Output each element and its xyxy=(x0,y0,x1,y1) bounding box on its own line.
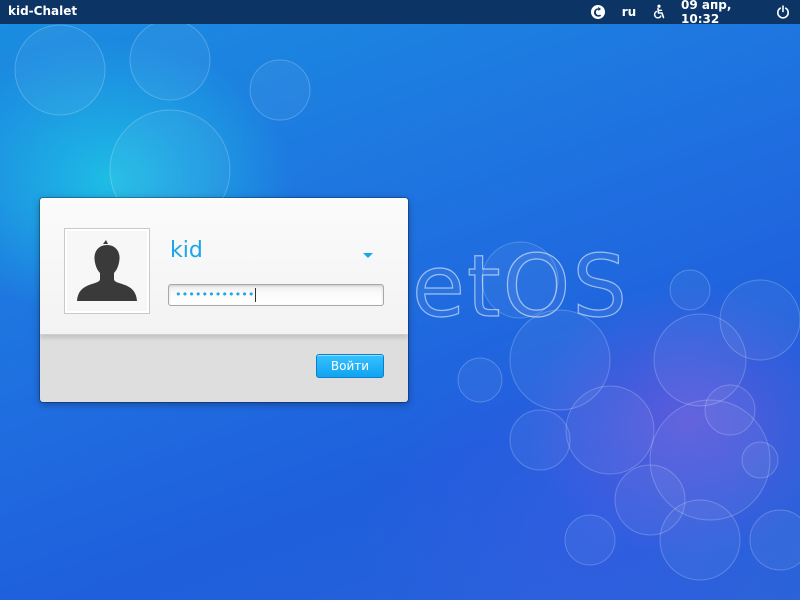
login-button[interactable]: Войти xyxy=(316,354,384,378)
text-caret xyxy=(255,288,257,302)
login-screen: etOS kid-Chalet ru 09 апр, 10:32 kid •••… xyxy=(0,0,800,600)
session-icon[interactable] xyxy=(588,0,608,24)
clock[interactable]: 09 апр, 10:32 xyxy=(681,0,763,26)
login-dialog: kid •••••••••••• Войти xyxy=(40,198,408,402)
power-icon[interactable] xyxy=(774,0,792,24)
hostname-label: kid-Chalet xyxy=(8,4,78,18)
accessibility-icon[interactable] xyxy=(650,0,668,24)
language-label: ru xyxy=(621,5,637,19)
datetime-label: 09 апр, 10:32 xyxy=(681,0,732,26)
user-avatar-icon xyxy=(64,228,150,314)
chevron-down-icon[interactable] xyxy=(358,246,378,258)
username-label: kid xyxy=(170,238,203,263)
password-input[interactable]: •••••••••••• xyxy=(168,284,384,306)
background-brand-text: etOS xyxy=(411,237,629,337)
language-indicator[interactable]: ru xyxy=(618,0,640,24)
login-dialog-header: kid •••••••••••• xyxy=(40,198,408,335)
top-panel: kid-Chalet ru 09 апр, 10:32 xyxy=(0,0,800,26)
password-mask: •••••••••••• xyxy=(175,288,255,301)
